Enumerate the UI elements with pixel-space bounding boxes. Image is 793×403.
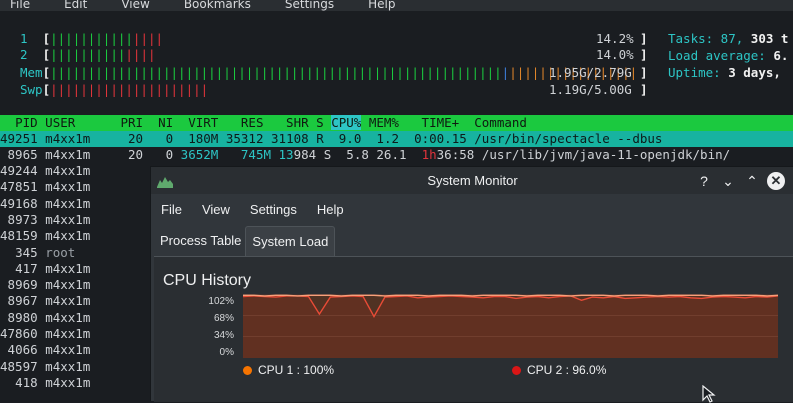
col-user[interactable]: USER (45, 115, 75, 130)
process-row[interactable]: 8969 m4xx1m (0, 277, 91, 293)
minimize-button[interactable]: ⌄ (718, 171, 738, 191)
cpu-meter-2: 2 [|||||||||||||| (20, 47, 156, 62)
process-row-selected[interactable]: 49251 m4xx1m 20 0 180M 35312 31108 R 9.0… (0, 131, 793, 147)
close-button[interactable]: ✕ (767, 172, 785, 190)
terminal-menu-help[interactable]: Help (368, 0, 395, 11)
y-tick-label: 68% (213, 313, 234, 324)
menu-settings[interactable]: Settings (240, 198, 307, 220)
process-row[interactable]: 49168 m4xx1m (0, 196, 90, 212)
help-button[interactable]: ? (694, 171, 714, 191)
process-row[interactable]: 48159 m4xx1m (0, 228, 90, 244)
uptime: Uptime: 3 days, (668, 65, 781, 80)
legend-cpu2-label: CPU 2 : 96.0% (527, 363, 607, 377)
col-state[interactable]: S (316, 115, 324, 130)
legend-cpu1-dot (243, 365, 252, 375)
process-row[interactable]: 8973 m4xx1m (0, 212, 91, 228)
process-row[interactable]: 48597 m4xx1m (0, 359, 90, 375)
terminal-menu-edit[interactable]: Edit (64, 0, 87, 11)
mem-meter-value: 1.95G/2.79G (549, 65, 632, 80)
process-row[interactable]: 8967 m4xx1m (0, 293, 91, 309)
col-command[interactable]: Command (474, 115, 527, 130)
sysmon-tabs: Process Table System Load (156, 226, 336, 257)
y-tick-label: 0% (219, 347, 234, 358)
system-monitor-window: System Monitor ? ⌄ ⌃ ✕ File View Setting… (150, 166, 793, 402)
col-cpu[interactable]: CPU% (331, 115, 362, 130)
col-pri[interactable]: PRI (120, 115, 143, 130)
series-line-cpu-1 (243, 294, 778, 297)
cpu-meter-1: 1 [||||||||||||||| (20, 31, 164, 46)
mouse-cursor-icon (702, 385, 716, 403)
series-area-cpu-1 (243, 295, 778, 358)
y-tick-label: 34% (213, 330, 234, 341)
menu-view[interactable]: View (192, 198, 240, 220)
terminal-menubar: File Edit View Bookmarks Settings Help (0, 0, 793, 11)
terminal-menu-view[interactable]: View (121, 0, 149, 11)
process-row[interactable]: 8980 m4xx1m (0, 310, 91, 326)
swap-meter: Swp[||||||||||||||||||||| (20, 82, 209, 97)
terminal-menu-bookmarks[interactable]: Bookmarks (184, 0, 251, 11)
cpu-meter-2-value: 14.0% (596, 47, 634, 62)
menu-file[interactable]: File (151, 198, 192, 220)
process-row[interactable]: 4066 m4xx1m (0, 342, 91, 358)
col-time[interactable]: TIME+ (422, 115, 460, 130)
cpu1-red-bars: |||| (132, 31, 164, 46)
cpu1-green-bars: ||||||||||| (50, 31, 133, 46)
legend-cpu1-label: CPU 1 : 100% (258, 363, 335, 377)
terminal-menu-settings[interactable]: Settings (285, 0, 334, 11)
y-tick-label: 102% (208, 296, 234, 307)
process-row[interactable]: 417 m4xx1m (0, 261, 90, 277)
mem-meter: Mem[||||||||||||||||||||||||||||||||||||… (20, 65, 638, 80)
col-res[interactable]: RES (241, 115, 264, 130)
process-row[interactable]: 49244 m4xx1m (0, 163, 90, 179)
sysmon-menubar: File View Settings Help (151, 198, 354, 220)
terminal-menu-file[interactable]: File (10, 0, 30, 11)
process-row[interactable]: 345 root (0, 245, 75, 261)
cpu-history-chart (243, 294, 778, 358)
cpu-meter-1-value: 14.2% (596, 31, 634, 46)
menu-help[interactable]: Help (307, 198, 354, 220)
tab-process-table[interactable]: Process Table (156, 226, 245, 256)
col-ni[interactable]: NI (158, 115, 173, 130)
window-titlebar[interactable]: System Monitor ? ⌄ ⌃ ✕ (151, 167, 793, 194)
col-pid[interactable]: PID (15, 115, 38, 130)
legend-cpu1: CPU 1 : 100% (243, 363, 334, 377)
panel-title: CPU History (163, 272, 252, 289)
process-row[interactable]: 47860 m4xx1m (0, 326, 90, 342)
tasks-summary: Tasks: 87, 303 t (668, 31, 789, 46)
process-row[interactable]: 418 m4xx1m (0, 375, 90, 391)
cpu-history-panel: CPU History 102% 68% 34% 0% CPU 1 : 100%… (154, 256, 793, 402)
col-shr[interactable]: SHR (286, 115, 309, 130)
maximize-button[interactable]: ⌃ (742, 171, 762, 191)
tab-system-load[interactable]: System Load (245, 226, 336, 257)
process-table-header: PID USER PRI NI VIRT RES SHR S CPU% MEM%… (0, 115, 793, 131)
swap-meter-value: 1.19G/5.00G (549, 82, 632, 97)
legend-cpu2-dot (512, 365, 521, 375)
process-row[interactable]: 8965 m4xx1m 20 0 3652M 745M 13984 S 5.8 … (0, 147, 731, 163)
col-virt[interactable]: VIRT (188, 115, 218, 130)
col-mem[interactable]: MEM% (369, 115, 399, 130)
process-row[interactable]: 47851 m4xx1m (0, 179, 90, 195)
legend-cpu2: CPU 2 : 96.0% (512, 363, 606, 377)
load-average: Load average: 6. (668, 48, 789, 63)
